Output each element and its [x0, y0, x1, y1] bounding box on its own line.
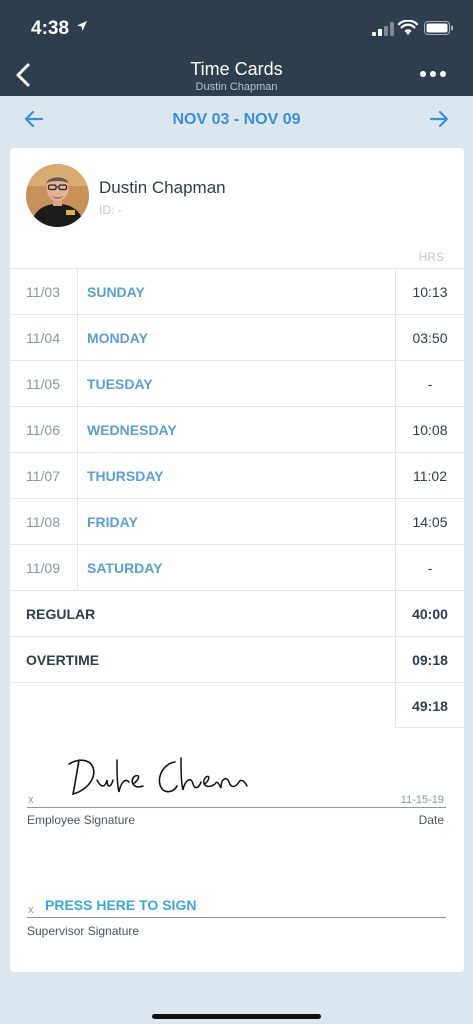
- total-hours: 49:18: [412, 698, 448, 714]
- battery-icon: [424, 21, 453, 35]
- table-row[interactable]: 11/05 TUESDAY -: [10, 361, 464, 407]
- signature-x-mark: x: [28, 904, 34, 916]
- signature-line: [27, 917, 446, 918]
- divider: [77, 269, 78, 314]
- signature-line: [27, 807, 446, 808]
- employee-id: ID: -: [99, 203, 122, 217]
- location-arrow-icon: [77, 21, 87, 31]
- nav-bar: Time Cards Dustin Chapman: [0, 52, 473, 96]
- cell-signal-icon: [372, 22, 394, 36]
- regular-hours-row: REGULAR 40:00: [10, 591, 464, 637]
- regular-label: REGULAR: [26, 606, 96, 622]
- row-date: 11/08: [26, 514, 60, 530]
- row-hours: 11:02: [413, 468, 447, 484]
- row-day: WEDNESDAY: [87, 422, 177, 438]
- overtime-hours-row: OVERTIME 09:18: [10, 637, 464, 683]
- row-hours: 10:13: [412, 284, 448, 300]
- home-indicator[interactable]: [152, 1014, 321, 1019]
- total-hours-cell: 49:18: [395, 683, 464, 728]
- row-hours: -: [427, 560, 433, 576]
- week-navigator: NOV 03 - NOV 09: [0, 96, 473, 146]
- total-hours-row: 49:18: [10, 683, 464, 728]
- divider: [77, 545, 78, 590]
- divider: [77, 361, 78, 406]
- page-title: Time Cards: [190, 59, 283, 79]
- row-day: SATURDAY: [87, 560, 163, 576]
- table-row[interactable]: 11/06 WEDNESDAY 10:08: [10, 407, 464, 453]
- divider: [77, 499, 78, 544]
- row-day: THURSDAY: [87, 468, 164, 484]
- hrs-column-header: HRS: [418, 250, 444, 264]
- row-day: SUNDAY: [87, 284, 145, 300]
- row-day: TUESDAY: [87, 376, 153, 392]
- row-hours: 14:05: [412, 514, 448, 530]
- row-day: MONDAY: [87, 330, 148, 346]
- wifi-icon: [398, 20, 418, 35]
- row-hours: 03:50: [412, 330, 448, 346]
- row-hours: 10:08: [412, 422, 448, 438]
- press-to-sign-button[interactable]: PRESS HERE TO SIGN: [45, 897, 196, 913]
- row-date: 11/05: [26, 376, 60, 392]
- avatar: [26, 164, 89, 227]
- table-row[interactable]: 11/07 THURSDAY 11:02: [10, 453, 464, 499]
- table-row[interactable]: 11/08 FRIDAY 14:05: [10, 499, 464, 545]
- row-date: 11/06: [26, 422, 60, 438]
- time-card: Dustin Chapman ID: - HRS 11/03 SUNDAY 10…: [10, 148, 464, 972]
- status-time: 4:38: [31, 18, 70, 39]
- supervisor-signature-block[interactable]: PRESS HERE TO SIGN x Supervisor Signatur…: [27, 892, 446, 942]
- row-date: 11/09: [26, 560, 60, 576]
- week-range[interactable]: NOV 03 - NOV 09: [0, 111, 473, 129]
- arrow-right-icon[interactable]: [429, 110, 449, 128]
- divider: [77, 453, 78, 498]
- status-bar: 4:38: [0, 0, 473, 52]
- page-subtitle: Dustin Chapman: [195, 81, 278, 93]
- row-date: 11/04: [26, 330, 60, 346]
- divider: [77, 407, 78, 452]
- row-day: FRIDAY: [87, 514, 138, 530]
- divider: [77, 315, 78, 360]
- time-table: 11/03 SUNDAY 10:13 11/04 MONDAY 03:50 11…: [10, 268, 464, 728]
- employee-signature-image: [68, 757, 248, 796]
- more-dots-icon[interactable]: [419, 70, 447, 78]
- employee-signed-date: 11-15-19: [400, 794, 444, 806]
- overtime-label: OVERTIME: [26, 652, 100, 668]
- supervisor-signature-label: Supervisor Signature: [27, 924, 140, 938]
- overtime-hours: 09:18: [412, 652, 448, 668]
- table-row[interactable]: 11/04 MONDAY 03:50: [10, 315, 464, 361]
- table-row[interactable]: 11/09 SATURDAY -: [10, 545, 464, 591]
- row-hours: -: [427, 376, 433, 392]
- row-date: 11/07: [26, 468, 60, 484]
- date-label: Date: [418, 813, 444, 827]
- signature-x-mark: x: [28, 794, 34, 806]
- employee-signature-label: Employee Signature: [27, 813, 136, 827]
- regular-hours: 40:00: [412, 606, 448, 622]
- employee-name: Dustin Chapman: [99, 178, 226, 197]
- employee-signature-block: x 11-15-19 Employee Signature Date: [27, 748, 446, 832]
- row-date: 11/03: [26, 284, 60, 300]
- table-row[interactable]: 11/03 SUNDAY 10:13: [10, 269, 464, 315]
